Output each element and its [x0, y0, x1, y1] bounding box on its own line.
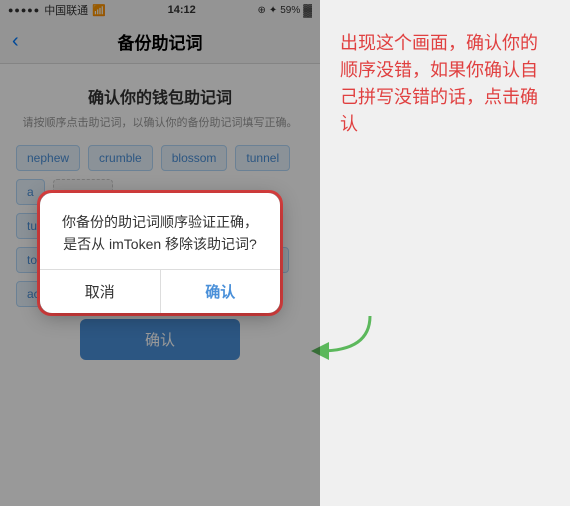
dialog-highlight-border: 你备份的助记词顺序验证正确，是否从 imToken 移除该助记词? 取消 确认: [37, 190, 283, 317]
phone-frame: ●●●●● 中国联通 📶 14:12 ⊕ ✦ 59% ▓ ‹ 备份助记词 确认你…: [0, 0, 320, 506]
dialog-actions: 取消 确认: [40, 269, 280, 313]
annotation-text: 出现这个画面，确认你的顺序没错，如果你确认自己拼写没错的话，点击确认: [340, 30, 554, 138]
dialog-box: 你备份的助记词顺序验证正确，是否从 imToken 移除该助记词? 取消 确认: [40, 193, 280, 314]
annotation-panel: 出现这个画面，确认你的顺序没错，如果你确认自己拼写没错的话，点击确认: [320, 0, 570, 506]
arrow-container: [310, 311, 380, 366]
dialog-cancel-button[interactable]: 取消: [40, 270, 161, 313]
dialog-body: 你备份的助记词顺序验证正确，是否从 imToken 移除该助记词?: [40, 193, 280, 270]
arrow-icon: [310, 311, 380, 361]
dialog-message: 你备份的助记词顺序验证正确，是否从 imToken 移除该助记词?: [60, 211, 260, 256]
dialog-ok-button[interactable]: 确认: [161, 270, 281, 313]
dialog-overlay: 你备份的助记词顺序验证正确，是否从 imToken 移除该助记词? 取消 确认: [0, 0, 320, 506]
